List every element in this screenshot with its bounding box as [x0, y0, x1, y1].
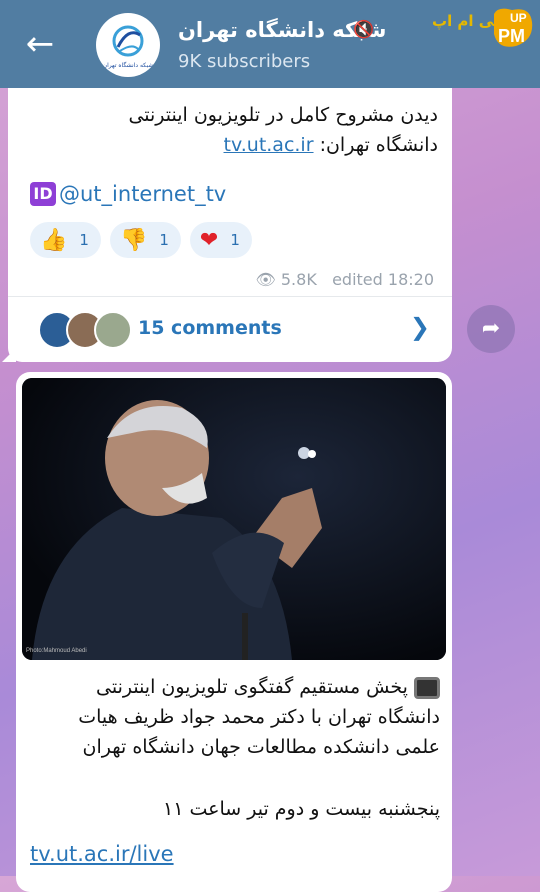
- edited-time: edited 18:20: [332, 270, 434, 289]
- message-line: پخش مستقیم گفتگوی تلویزیون اینترنتی: [28, 672, 440, 702]
- message-line: علمی دانشکده مطالعات جهان دانشگاه تهران: [82, 736, 440, 758]
- thumbs-up-icon: 👍: [40, 227, 68, 253]
- reaction-count: 1: [230, 231, 240, 249]
- reaction-count: 1: [159, 231, 169, 249]
- message-line: دانشگاه تهران با دکتر محمد جواد ظریف هیا…: [78, 706, 440, 728]
- thumbs-down-icon: 👎: [119, 227, 148, 253]
- speaker-photo: Photo:Mahmoud Abedi: [22, 378, 446, 660]
- muted-speaker-icon: 🔇: [353, 20, 375, 40]
- reaction-thumbs-down[interactable]: 👎 1: [109, 222, 181, 258]
- channel-avatar[interactable]: شبکه دانشگاه تهران: [96, 13, 160, 77]
- chevron-right-icon: ❯: [409, 313, 430, 341]
- reaction-heart[interactable]: ❤ 1: [189, 222, 252, 258]
- back-arrow-icon[interactable]: ←: [22, 26, 58, 62]
- avatar: [94, 311, 132, 349]
- message-line: دیدن مشروح کامل در تلویزیون اینترنتی: [128, 104, 438, 126]
- heart-icon: ❤: [199, 227, 219, 253]
- avatar-caption: شبکه دانشگاه تهران: [102, 62, 154, 69]
- comments-row[interactable]: 15 comments ❯: [8, 297, 452, 362]
- reactions-bar: 👍 1 👎 1 ❤ 1: [30, 222, 252, 258]
- message-text: دیدن مشروح کامل در تلویزیون اینترنتی دان…: [18, 100, 438, 160]
- chat-header: ← شبکه دانشگاه تهران شبکه دانشگاه تهران …: [0, 0, 540, 88]
- message-text: پخش مستقیم گفتگوی تلویزیون اینترنتی دانش…: [28, 672, 440, 824]
- message-line: دانشگاه تهران: tv.ut.ac.ir: [18, 130, 438, 160]
- message-meta: 👁 5.8K edited 18:20: [255, 270, 434, 289]
- handle-link[interactable]: @ut_internet_tv: [59, 182, 226, 206]
- tv-link[interactable]: tv.ut.ac.ir: [224, 134, 314, 156]
- message-line-prefix: دانشگاه تهران:: [319, 134, 438, 156]
- svg-text:UP: UP: [510, 11, 527, 25]
- svg-text:PM: PM: [498, 26, 525, 46]
- photo-credit: Photo:Mahmoud Abedi: [26, 648, 87, 654]
- message-bubble: Photo:Mahmoud Abedi پخش مستقیم گفتگوی تل…: [16, 372, 452, 892]
- view-count: 5.8K: [280, 270, 317, 289]
- id-handle-line: ID @ut_internet_tv: [30, 182, 226, 206]
- eye-icon: 👁: [255, 270, 276, 289]
- id-emoji-icon: ID: [30, 182, 56, 206]
- post-photo[interactable]: Photo:Mahmoud Abedi: [22, 378, 446, 660]
- message-line: پنجشنبه بیست و دوم تیر ساعت ۱۱: [163, 798, 440, 820]
- reaction-thumbs-up[interactable]: 👍 1: [30, 222, 101, 258]
- subscriber-count: 9K subscribers: [178, 51, 311, 72]
- message-line-text: پخش مستقیم گفتگوی تلویزیون اینترنتی: [96, 676, 408, 698]
- share-button[interactable]: ➦: [467, 305, 515, 353]
- comments-label: 15 comments: [138, 317, 282, 339]
- reaction-count: 1: [79, 231, 89, 249]
- message-bubble: دیدن مشروح کامل در تلویزیون اینترنتی دان…: [2, 80, 452, 362]
- live-link[interactable]: tv.ut.ac.ir/live: [30, 842, 174, 866]
- commenter-avatars: [38, 311, 132, 349]
- watermark-logo-icon: PM UP: [494, 8, 533, 47]
- tv-icon: [414, 676, 440, 699]
